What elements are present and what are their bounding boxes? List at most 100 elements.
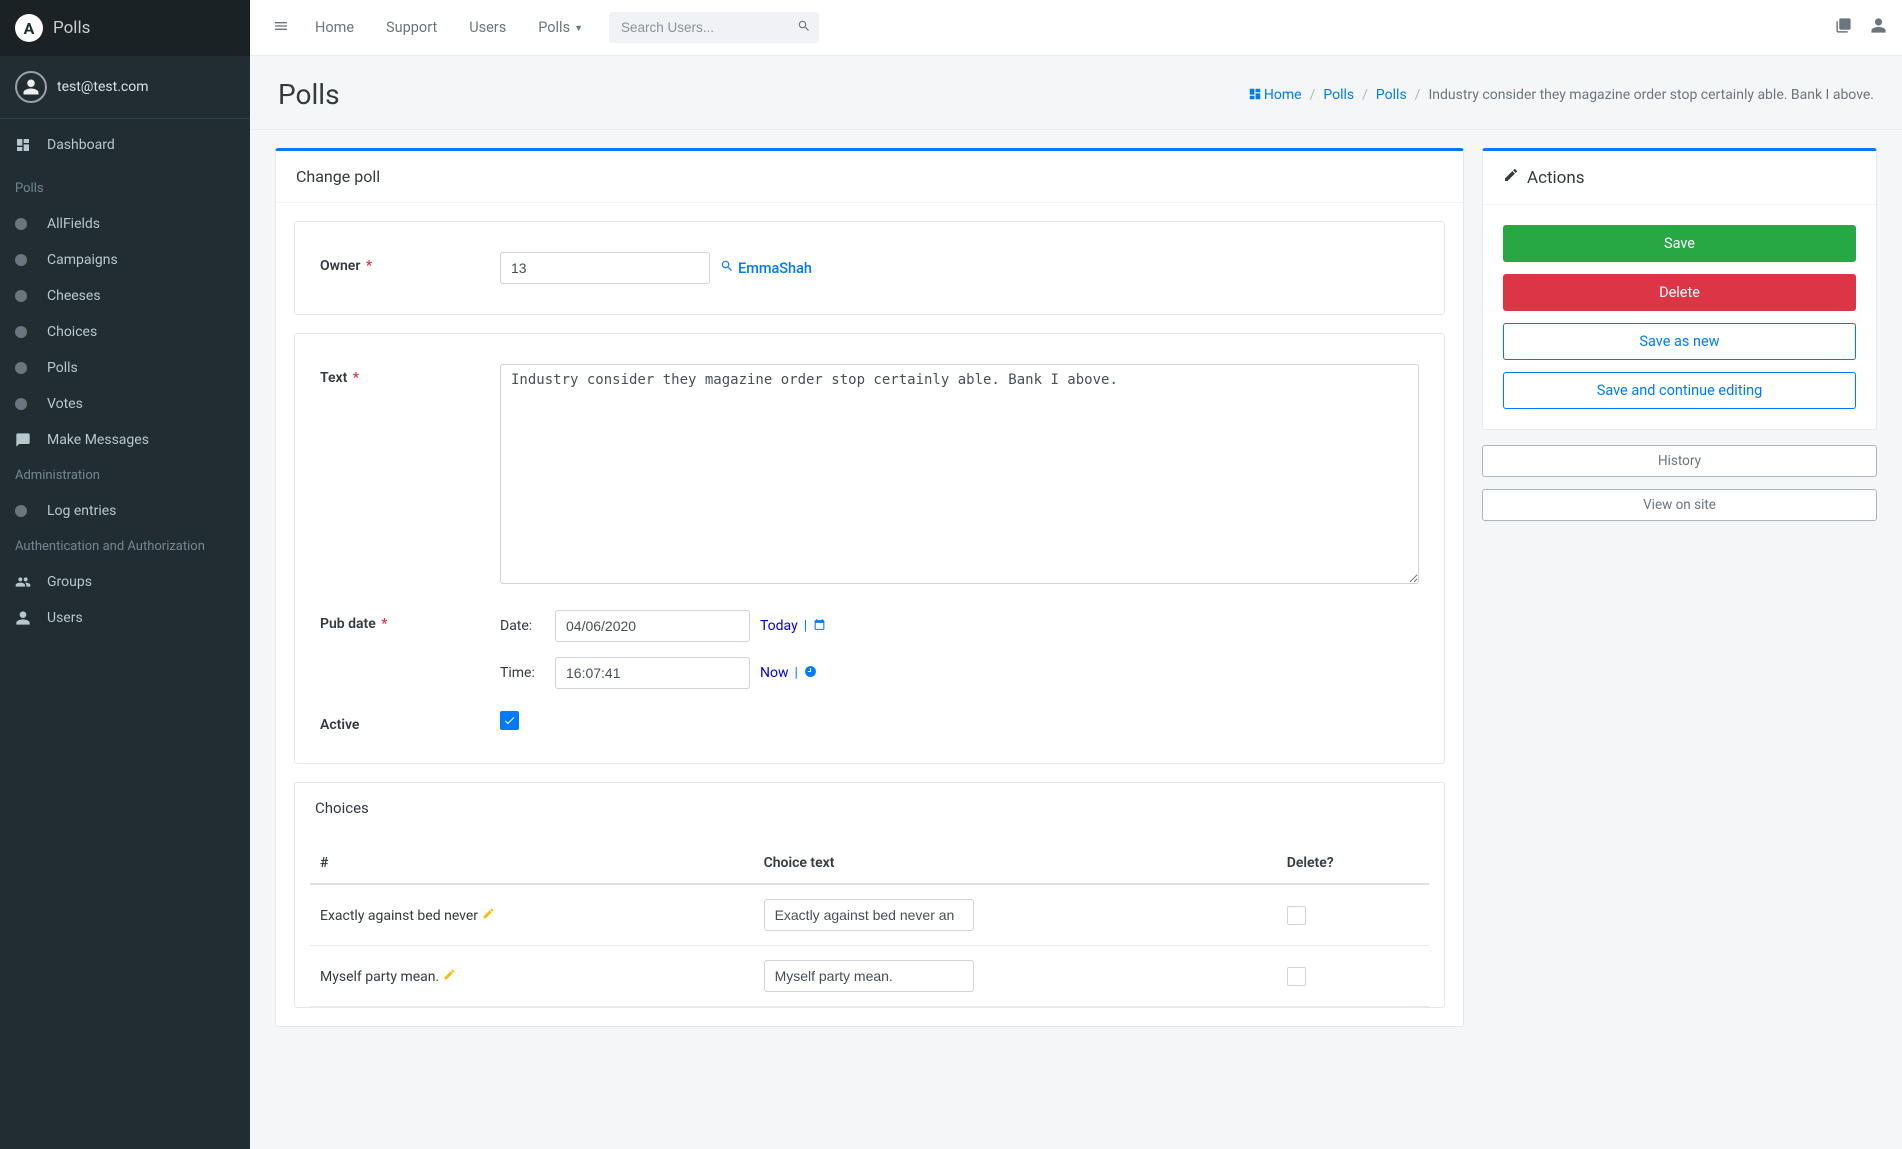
breadcrumb-item[interactable]: Polls	[1376, 87, 1407, 103]
user-email: test@test.com	[57, 79, 148, 95]
text-label: Text *	[320, 364, 500, 588]
breadcrumb-active: Industry consider they magazine order st…	[1428, 87, 1874, 103]
sidebar-item-label: Make Messages	[47, 432, 149, 448]
date-input[interactable]	[555, 610, 750, 642]
sidebar-item-allfields[interactable]: AllFields	[0, 206, 250, 242]
required-marker: *	[353, 370, 359, 386]
brand[interactable]: A Polls	[0, 0, 250, 56]
sidebar-toggle-icon[interactable]	[265, 10, 297, 46]
circle-icon	[15, 326, 39, 338]
sidebar-item-users[interactable]: Users	[0, 600, 250, 636]
actions-header-text: Actions	[1527, 168, 1585, 188]
save-button[interactable]: Save	[1503, 225, 1856, 262]
sidebar-item-campaigns[interactable]: Campaigns	[0, 242, 250, 278]
sidebar-item-label: Choices	[47, 324, 97, 340]
topnav: Home Support Users Polls ▼	[250, 0, 1902, 56]
user-icon	[15, 610, 39, 626]
dashboard-icon	[15, 137, 39, 153]
choice-text-input[interactable]	[764, 960, 974, 992]
history-button[interactable]: History	[1482, 445, 1877, 477]
choice-text-input[interactable]	[764, 899, 974, 931]
pipe-separator: |	[795, 665, 798, 681]
circle-icon	[15, 362, 39, 374]
breadcrumb: Home / Polls / Polls / Industry consider…	[1248, 87, 1874, 103]
sidebar-section-header: Authentication and Authorization	[0, 529, 250, 564]
circle-icon	[15, 218, 39, 230]
sidebar-item-label: Cheeses	[47, 288, 101, 304]
text-textarea[interactable]	[500, 364, 1419, 584]
sidebar-item-label: Users	[47, 610, 83, 626]
sidebar-item-label: Polls	[47, 360, 78, 376]
choices-header: Choices	[295, 783, 1444, 833]
sidebar-item-dashboard[interactable]: Dashboard	[0, 127, 250, 163]
edit-icon[interactable]	[443, 969, 456, 985]
sidebar-item-log-entries[interactable]: Log entries	[0, 493, 250, 529]
book-icon[interactable]	[1835, 17, 1852, 38]
save-as-new-button[interactable]: Save as new	[1503, 323, 1856, 360]
topnav-link-support[interactable]: Support	[372, 11, 451, 44]
comments-icon	[15, 432, 39, 448]
table-row: Exactly against bed never	[310, 884, 1429, 946]
today-link[interactable]: Today	[760, 618, 798, 634]
sidebar-item-cheeses[interactable]: Cheeses	[0, 278, 250, 314]
search-button[interactable]	[797, 19, 811, 37]
active-label: Active	[320, 711, 500, 733]
search-input[interactable]	[609, 12, 819, 43]
poll-fields-section: Text * Pub date * Date:	[294, 333, 1445, 764]
save-continue-button[interactable]: Save and continue editing	[1503, 372, 1856, 409]
sidebar-item-groups[interactable]: Groups	[0, 564, 250, 600]
breadcrumb-item[interactable]: Polls	[1323, 87, 1354, 103]
choices-section: Choices # Choice text Delete?	[294, 782, 1445, 1008]
breadcrumb-home[interactable]: Home	[1248, 87, 1302, 103]
label-text: Pub date	[320, 616, 376, 632]
time-input[interactable]	[555, 657, 750, 689]
brand-name: Polls	[53, 18, 90, 38]
card-header: Change poll	[276, 151, 1463, 203]
sidebar-item-make-messages[interactable]: Make Messages	[0, 422, 250, 458]
sidebar-section-header: Administration	[0, 458, 250, 493]
col-delete: Delete?	[1277, 843, 1429, 884]
required-marker: *	[381, 616, 387, 632]
owner-lookup-link[interactable]: EmmaShah	[720, 259, 812, 277]
user-panel[interactable]: test@test.com	[0, 56, 250, 119]
delete-checkbox[interactable]	[1287, 906, 1306, 925]
sidebar-item-choices[interactable]: Choices	[0, 314, 250, 350]
topnav-link-home[interactable]: Home	[301, 11, 368, 44]
actions-card: Actions Save Delete Save as new Save and…	[1482, 148, 1877, 430]
pubdate-label: Pub date *	[320, 610, 500, 689]
sidebar-item-label: Campaigns	[47, 252, 118, 268]
clock-icon[interactable]	[804, 665, 817, 682]
content-header: Polls Home / Polls / Polls / Industry co…	[250, 56, 1902, 130]
table-row: Myself party mean.	[310, 946, 1429, 1007]
choice-label: Exactly against bed never	[320, 908, 478, 924]
change-poll-card: Change poll Owner *	[275, 148, 1464, 1027]
dashboard-icon	[1248, 87, 1264, 103]
topnav-link-users[interactable]: Users	[455, 11, 520, 44]
profile-icon[interactable]	[1870, 17, 1887, 38]
owner-label: Owner *	[320, 252, 500, 284]
breadcrumb-separator: /	[1415, 87, 1421, 103]
delete-button[interactable]: Delete	[1503, 274, 1856, 311]
actions-header: Actions	[1483, 151, 1876, 205]
topnav-link-label: Polls	[538, 19, 570, 36]
view-on-site-button[interactable]: View on site	[1482, 489, 1877, 521]
delete-checkbox[interactable]	[1287, 967, 1306, 986]
choice-label: Myself party mean.	[320, 969, 439, 985]
topnav-link-polls[interactable]: Polls ▼	[524, 11, 597, 44]
owner-input[interactable]	[500, 252, 710, 284]
owner-link-text: EmmaShah	[738, 260, 812, 277]
sidebar-item-polls[interactable]: Polls	[0, 350, 250, 386]
search-box	[609, 12, 819, 43]
now-link[interactable]: Now	[760, 665, 789, 681]
caret-down-icon: ▼	[574, 23, 583, 34]
breadcrumb-separator: /	[1310, 87, 1316, 103]
active-checkbox[interactable]	[500, 711, 519, 730]
circle-icon	[15, 290, 39, 302]
calendar-icon[interactable]	[813, 618, 826, 635]
sidebar-item-label: Votes	[47, 396, 83, 412]
breadcrumb-label: Home	[1264, 87, 1302, 103]
sidebar-item-votes[interactable]: Votes	[0, 386, 250, 422]
search-icon	[720, 259, 734, 277]
page-title: Polls	[278, 78, 340, 111]
edit-icon[interactable]	[482, 908, 495, 924]
